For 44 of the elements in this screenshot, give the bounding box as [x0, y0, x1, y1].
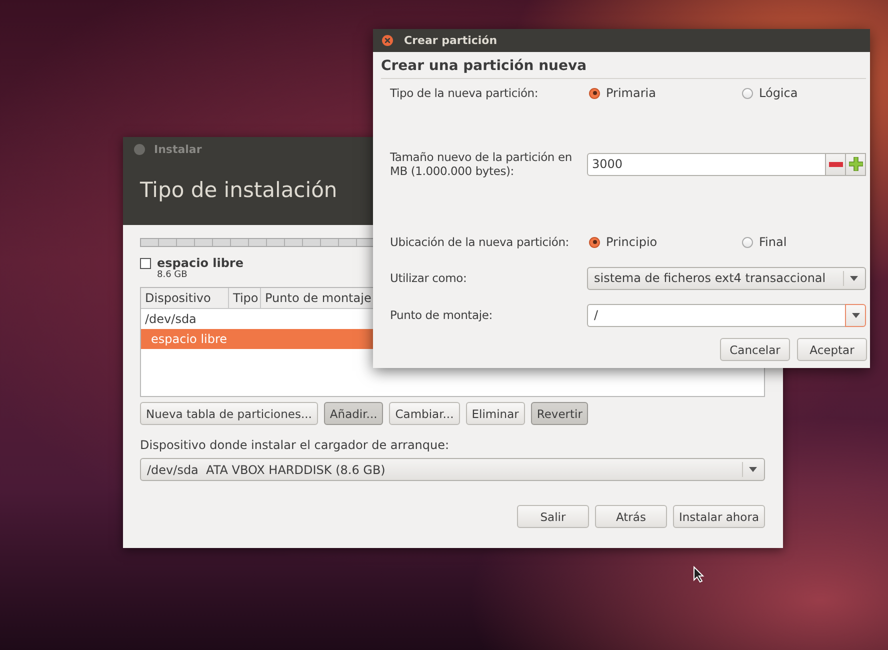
radio-option[interactable]: Primaria: [587, 86, 740, 100]
bootloader-label: Dispositivo donde instalar el cargador de arranque:: [140, 438, 450, 452]
page-heading: Tipo de instalación: [140, 178, 338, 202]
mount-point-field[interactable]: /: [587, 304, 845, 326]
close-icon[interactable]: [382, 35, 393, 46]
dialog-button[interactable]: Atrás: [594, 505, 667, 528]
dialog-button[interactable]: Aceptar: [797, 338, 867, 361]
field-label: Tamaño nuevo de la partición en MB (1.000.000 bytes):: [390, 150, 573, 178]
dialog-button[interactable]: Instalar ahora: [672, 505, 765, 528]
filesystem-dropdown[interactable]: sistema de ficheros ext4 transaccional: [587, 266, 866, 290]
bootloader-dropdown[interactable]: /dev/sda ATA VBOX HARDDISK (8.6 GB): [140, 458, 765, 481]
partition-button[interactable]: Eliminar: [466, 402, 525, 425]
field-label: Ubicación de la nueva partición:: [390, 235, 570, 249]
partition-label: espacio libre: [157, 256, 244, 270]
dropdown-arrow-icon: [749, 467, 757, 472]
plus-icon: [848, 157, 862, 171]
dropdown-arrow-icon: [850, 276, 858, 280]
minus-icon: [828, 162, 842, 166]
radio-option[interactable]: Lógica: [740, 86, 867, 100]
partition-button[interactable]: Cambiar...: [389, 402, 460, 425]
radio-option[interactable]: Principio: [587, 235, 740, 249]
window-title: Instalar: [154, 142, 202, 156]
mouse-pointer-icon: [693, 566, 705, 583]
field-label: Utilizar como:: [390, 271, 468, 285]
dialog-button[interactable]: Salir: [516, 505, 589, 528]
dropdown-arrow-icon: [852, 312, 860, 318]
field-label: Tipo de la nueva partición:: [390, 86, 540, 100]
dialog-button[interactable]: Cancelar: [720, 338, 790, 361]
partition-button[interactable]: Añadir...: [324, 402, 384, 425]
window-title: Crear partición: [404, 34, 498, 47]
radio-option[interactable]: Final: [740, 235, 867, 249]
size-field[interactable]: 3000: [587, 152, 826, 176]
dialog-heading: Crear una partición nueva: [381, 52, 866, 79]
checkbox-icon[interactable]: [140, 258, 151, 268]
plus-button[interactable]: [846, 152, 866, 176]
partition-button[interactable]: Revertir: [530, 402, 588, 425]
column-header[interactable]: Tipo: [229, 288, 261, 308]
partition-size: 8.6 GB: [157, 270, 188, 280]
column-header[interactable]: Dispositivo: [141, 288, 229, 308]
dropdown-button[interactable]: [845, 304, 866, 326]
field-label: Punto de montaje:: [390, 308, 494, 322]
close-icon[interactable]: [134, 144, 145, 154]
minus-button[interactable]: [826, 152, 846, 176]
partition-button[interactable]: Nueva tabla de particiones...: [140, 402, 318, 425]
